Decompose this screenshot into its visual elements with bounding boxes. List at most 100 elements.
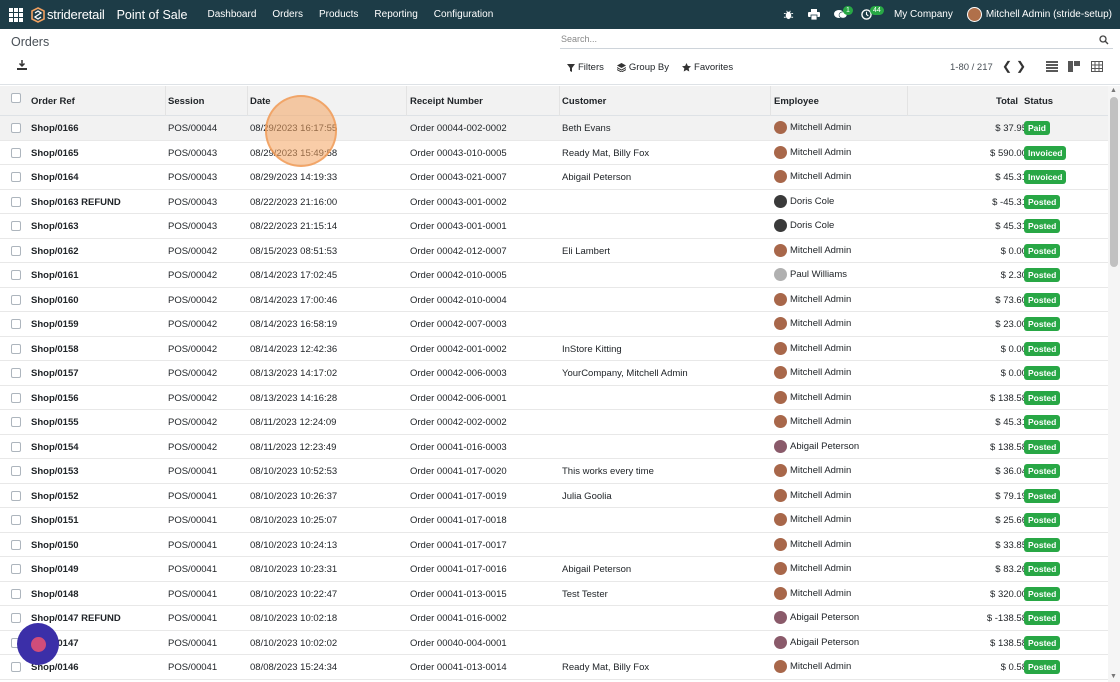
list-view-icon[interactable] [1046,61,1058,72]
table-row[interactable]: Shop/0148 POS/00041 08/10/2023 10:22:47 Ord… [0,582,1108,606]
order-date: 08/10/2023 10:24:13 [250,539,338,551]
col-employee[interactable]: Employee [774,96,819,107]
table-row[interactable]: Shop/0166POS/0004408/29/2023 16:17:55Ord… [0,116,1108,141]
download-icon[interactable] [17,60,27,70]
receipt-number: Order 00042-001-0002 [410,343,507,355]
table-row[interactable]: Shop/0162 POS/00042 08/15/2023 08:51:53 Ord… [0,239,1108,263]
pager-value[interactable]: 1-80 / 217 [950,62,993,73]
row-checkbox[interactable] [11,245,21,256]
table-row[interactable]: Shop/0149 POS/00041 08/10/2023 10:23:31 Ord… [0,557,1108,582]
row-checkbox[interactable] [11,490,21,501]
nav-configuration[interactable]: Configuration [434,9,493,20]
floating-record-button[interactable] [17,623,59,665]
row-checkbox[interactable] [11,221,21,231]
employee-name: Abigail Peterson [790,636,860,648]
app-menu-icon[interactable] [9,7,23,22]
row-checkbox[interactable] [11,172,21,182]
table-row[interactable]: Shop/0164 POS/00043 08/29/2023 14:19:33 Ord… [0,165,1108,190]
table-row[interactable]: Shop/0151 POS/00041 08/10/2023 10:25:07 Ord… [0,508,1108,533]
row-checkbox[interactable] [11,270,21,280]
row-checkbox[interactable] [11,564,21,574]
table-row[interactable]: Shop/0154 POS/00042 08/11/2023 12:23:49 Ord… [0,435,1108,459]
table-row[interactable]: Shop/0161 POS/00042 08/14/2023 17:02:45 Ord… [0,263,1108,288]
table-row[interactable]: Shop/0150 POS/00041 08/10/2023 10:24:13 Ord… [0,533,1108,557]
col-total[interactable]: Total [996,96,1018,107]
status-badge: Invoiced [1024,170,1067,184]
row-checkbox[interactable] [11,662,21,672]
brand-logo[interactable]: strideretail [31,6,105,23]
bug-icon[interactable] [783,9,794,20]
table-row[interactable]: Shop/0153 POS/00041 08/10/2023 10:52:53 Ord… [0,459,1108,484]
col-receipt[interactable]: Receipt Number [410,96,483,107]
row-checkbox[interactable] [11,123,21,133]
scroll-up-icon[interactable]: ▲ [1110,87,1117,94]
favorites-button[interactable]: Favorites [682,62,733,73]
company-switcher[interactable]: My Company [894,9,953,20]
pager-next-icon[interactable]: ❯ [1016,59,1026,73]
table-row[interactable]: Shop/0147 REFUND POS/00041 08/10/2023 10:0… [0,606,1108,631]
vertical-scrollbar[interactable]: ▲ ▼ [1108,86,1120,682]
nav-products[interactable]: Products [319,9,358,20]
table-row[interactable]: Shop/0152 POS/00041 08/10/2023 10:26:37 Ord… [0,484,1108,508]
table-row[interactable]: Shop/0155 POS/00042 08/11/2023 12:24:09 Ord… [0,410,1108,435]
scroll-down-icon[interactable]: ▼ [1110,673,1117,680]
employee-avatar [774,488,787,502]
row-checkbox[interactable] [11,147,21,158]
table-row[interactable]: Shop/0158 POS/00042 08/14/2023 12:42:36 Ord… [0,337,1108,361]
user-menu[interactable]: Mitchell Admin (stride-setup) [966,7,1112,22]
col-order-ref[interactable]: Order Ref [31,96,75,107]
table-row[interactable]: Shop/0165POS/0004308/29/2023 15:49:58Ord… [0,141,1108,165]
table-row[interactable]: Shop/0160 POS/00042 08/14/2023 17:00:46 Ord… [0,288,1108,312]
table-row[interactable]: Shop/0157 POS/00042 08/13/2023 14:17:02 Ord… [0,361,1108,386]
col-status[interactable]: Status [1024,96,1053,107]
nav-reporting[interactable]: Reporting [374,9,417,20]
employee-avatar [774,170,787,183]
row-checkbox[interactable] [11,417,21,427]
employee-avatar [774,415,787,428]
employee: Doris Cole [774,194,835,208]
user-name: Mitchell Admin (stride-setup) [985,9,1112,20]
order-total: $ -138.58 [986,613,1027,624]
order-date: 08/14/2023 16:58:19 [250,319,338,330]
table-row[interactable]: Shop/0156 POS/00042 08/13/2023 14:16:28 Ord… [0,386,1108,410]
order-ref: Shop/0163 [31,221,79,232]
employee-name: Doris Cole [790,195,835,207]
pivot-view-icon[interactable] [1091,61,1103,72]
row-checkbox[interactable] [11,466,21,476]
col-customer[interactable]: Customer [562,96,606,107]
row-checkbox[interactable] [11,539,21,550]
table-row[interactable]: Shop/0163 POS/00043 08/22/2023 21:15:14 Ord… [0,214,1108,239]
search-icon[interactable] [1099,35,1109,45]
kanban-view-icon[interactable] [1068,61,1080,72]
row-checkbox[interactable] [11,392,21,403]
printer-icon[interactable] [807,9,820,20]
row-checkbox[interactable] [11,515,21,525]
table-row[interactable]: Shop/0159 POS/00042 08/14/2023 16:58:19 Ord… [0,312,1108,337]
table-row[interactable]: Shop/0163 REFUND POS/00043 08/22/2023 21:1… [0,190,1108,214]
nav-orders[interactable]: Orders [272,9,303,20]
col-date[interactable]: Date [250,96,271,107]
groupby-button[interactable]: Group By [616,62,669,73]
row-checkbox[interactable] [11,368,21,378]
order-date: 08/10/2023 10:52:53 [250,466,338,477]
col-session[interactable]: Session [168,96,204,107]
filters-button[interactable]: Filters [567,62,604,73]
table-row[interactable]: Shop/0146 POS/00041 08/08/2023 15:24:34 Ord… [0,655,1108,680]
chat-icon[interactable]: 1 [833,6,853,20]
row-checkbox[interactable] [11,294,21,305]
row-checkbox[interactable] [11,343,21,354]
row-checkbox[interactable] [11,196,21,207]
select-all-checkbox[interactable] [11,93,21,103]
status-badge: Posted [1024,317,1061,331]
search-input[interactable]: Search... [560,34,1113,49]
row-checkbox[interactable] [11,588,21,599]
row-checkbox[interactable] [11,319,21,329]
activity-clock-icon[interactable]: 44 [861,6,884,20]
pager-previous-icon[interactable]: ❮ [1002,59,1012,73]
scrollbar-thumb[interactable] [1110,97,1118,267]
nav-dashboard[interactable]: Dashboard [207,9,256,20]
table-row[interactable]: Shop/0147POS/0004108/10/2023 10:02:02Ord… [0,631,1108,655]
row-checkbox[interactable] [11,441,21,452]
row-checkbox[interactable] [11,613,21,623]
app-name[interactable]: Point of Sale [117,8,188,22]
